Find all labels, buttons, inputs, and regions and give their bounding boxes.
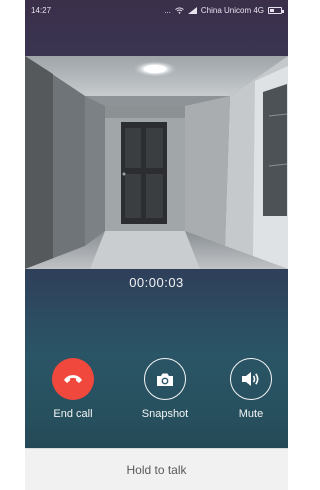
snapshot-circle[interactable] [144,358,186,400]
more-dots: ... [164,6,171,15]
signal-icon [187,7,197,14]
status-time: 14:27 [31,6,52,15]
call-duration: 00:00:03 [129,275,184,290]
snapshot-button[interactable]: Snapshot [135,358,195,420]
mute-circle[interactable] [230,358,272,400]
snapshot-label: Snapshot [141,408,189,420]
hallway-video-image [25,56,288,269]
mute-button[interactable]: Mute [221,358,281,420]
end-call-button[interactable]: End call [43,358,103,420]
status-bar: 14:27 ... China Unicom 4G [25,0,288,22]
camera-icon [157,373,173,386]
door-camera-feed [25,56,288,269]
battery-icon [268,7,284,14]
status-icons: ... China Unicom 4G [164,6,284,15]
video-call-screen: 14:27 ... China Unicom 4G 00:00:03 End c… [25,0,288,490]
speaker-icon [242,372,259,386]
wifi-icon [175,7,184,14]
call-controls: End call Snapshot Mute [25,358,288,428]
end-call-label: End call [53,408,93,420]
hold-to-talk-button[interactable]: Hold to talk [25,448,288,490]
phone-hangup-icon [64,375,82,383]
carrier-label: China Unicom 4G [200,6,264,15]
mute-label: Mute [238,408,264,420]
end-call-circle[interactable] [52,358,94,400]
